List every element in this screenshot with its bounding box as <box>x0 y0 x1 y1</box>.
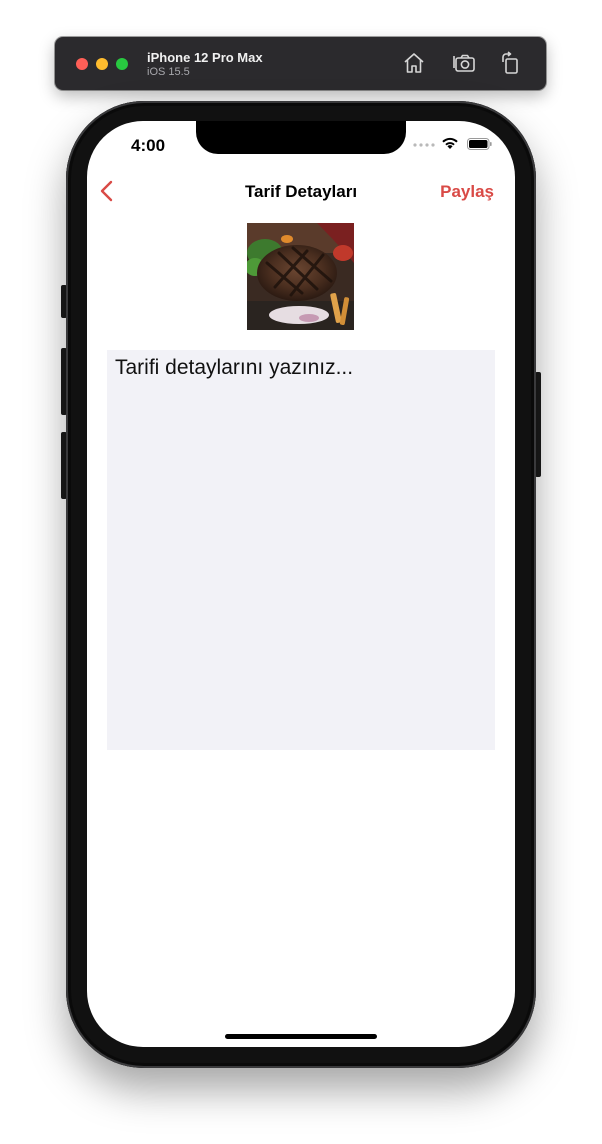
cellular-dots-icon <box>413 143 435 147</box>
grilled-steak-photo <box>247 223 354 330</box>
share-button[interactable]: Paylaş <box>440 182 494 202</box>
screenshot-icon[interactable] <box>452 51 476 75</box>
zoom-window-button[interactable] <box>116 58 128 70</box>
home-indicator[interactable] <box>225 1034 377 1039</box>
details-placeholder: Tarifi detaylarını yazınız... <box>115 356 354 379</box>
home-icon[interactable] <box>402 51 426 75</box>
notch <box>196 121 406 154</box>
phone-screen: 4:00 Tarif Detayları Paylaş Tarifi detay… <box>87 121 515 1047</box>
recipe-details-textarea[interactable]: Tarifi detaylarını yazınız... <box>107 350 495 750</box>
status-time: 4:00 <box>131 136 166 155</box>
close-window-button[interactable] <box>76 58 88 70</box>
simulator-toolbar: iPhone 12 Pro Max iOS 15.5 <box>55 37 546 90</box>
wifi-icon <box>442 137 458 149</box>
minimize-window-button[interactable] <box>96 58 108 70</box>
os-version: iOS 15.5 <box>147 66 190 78</box>
recipe-image[interactable] <box>247 223 354 330</box>
rotate-icon[interactable] <box>498 51 522 75</box>
simulator-stage: iPhone 12 Pro Max iOS 15.5 4:00 Tarif De… <box>0 0 602 1144</box>
device-name: iPhone 12 Pro Max <box>147 50 263 65</box>
battery-icon <box>467 138 492 150</box>
